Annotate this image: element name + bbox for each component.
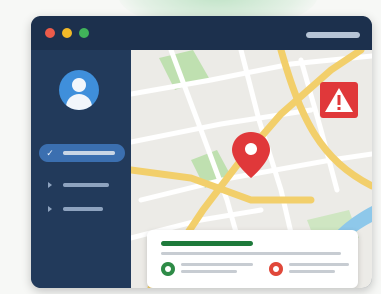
shield-check-icon — [161, 262, 175, 276]
card-divider — [161, 252, 341, 255]
map-view[interactable] — [131, 50, 372, 288]
card-text-line — [289, 263, 349, 266]
app-window: ✓ — [31, 16, 372, 288]
card-text-line — [181, 270, 237, 273]
warning-alert-button[interactable] — [320, 82, 358, 118]
sidebar-item-label — [63, 151, 115, 155]
warning-triangle-icon — [325, 88, 353, 112]
sidebar-item-label — [63, 207, 103, 211]
arrow-right-icon — [48, 206, 52, 212]
user-avatar-icon[interactable] — [59, 70, 99, 110]
check-icon: ✓ — [46, 148, 54, 158]
location-alert-icon — [269, 262, 283, 276]
avatar-head — [72, 78, 86, 92]
maximize-button[interactable] — [79, 28, 89, 38]
sidebar-item-2[interactable] — [39, 176, 125, 194]
card-text-line — [181, 263, 253, 266]
card-text-line — [289, 270, 335, 273]
avatar-body — [66, 94, 92, 110]
sidebar-item-3[interactable] — [39, 200, 125, 218]
arrow-right-icon — [48, 182, 52, 188]
close-button[interactable] — [45, 28, 55, 38]
title-placeholder — [306, 32, 360, 38]
card-title-bar — [161, 241, 253, 246]
title-bar — [31, 16, 372, 50]
minimize-button[interactable] — [62, 28, 72, 38]
sidebar: ✓ — [31, 50, 131, 288]
status-card[interactable] — [147, 230, 358, 288]
sidebar-item-active[interactable]: ✓ — [39, 144, 125, 162]
sidebar-item-label — [63, 183, 109, 187]
